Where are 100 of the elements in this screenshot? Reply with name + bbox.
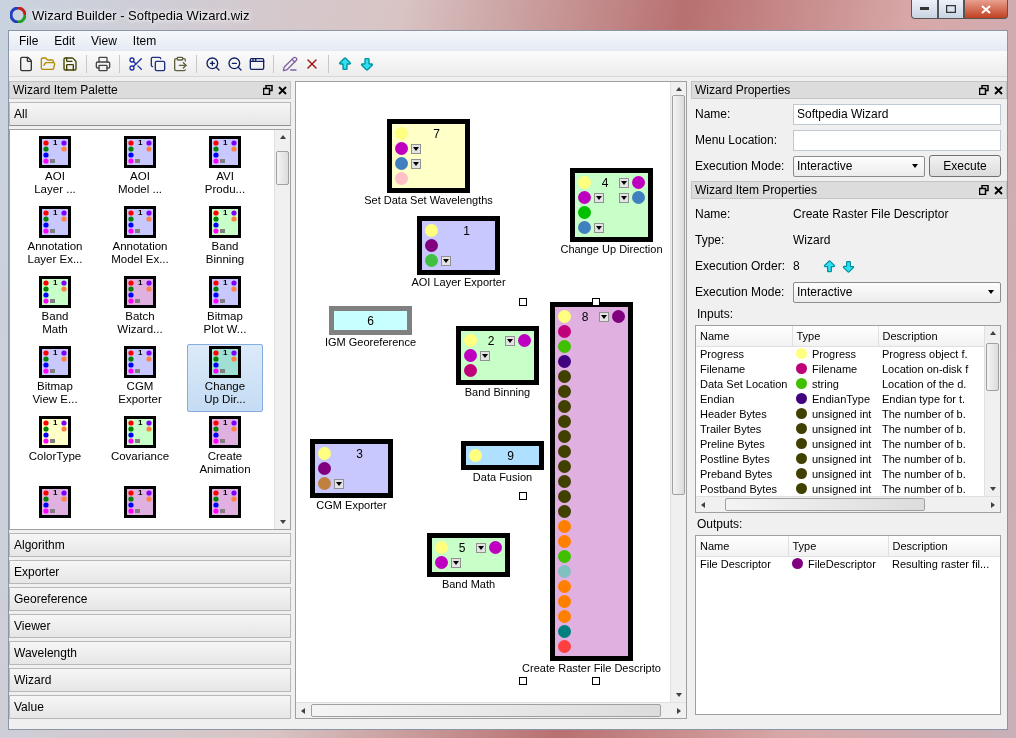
selection-handle[interactable]	[592, 298, 600, 306]
port-dropdown[interactable]	[599, 311, 609, 322]
execution-mode-dropdown[interactable]: Interactive	[793, 155, 925, 177]
palette-item[interactable]: 1 AVI Produ...	[187, 134, 263, 202]
port-dropdown[interactable]	[441, 255, 451, 266]
port-dot[interactable]	[435, 556, 448, 569]
new-file-icon[interactable]	[18, 55, 34, 72]
vertical-scrollbar[interactable]	[670, 82, 686, 702]
wizard-node[interactable]: 6	[329, 306, 412, 335]
port-dot[interactable]	[425, 254, 438, 267]
wizard-node[interactable]: 9	[461, 441, 544, 470]
palette-item[interactable]: 1 AOI Layer ...	[17, 134, 93, 202]
close-icon[interactable]	[278, 85, 287, 95]
port-dot[interactable]	[558, 505, 571, 518]
palette-item[interactable]: 1 Band Math	[17, 274, 93, 342]
port-dot[interactable]	[632, 191, 645, 204]
selection-handle[interactable]	[519, 298, 527, 306]
wizard-node[interactable]: 7	[387, 119, 470, 193]
category-header[interactable]: Wizard	[9, 668, 291, 692]
palette-item[interactable]: 1 Annotation Model Ex...	[102, 204, 178, 272]
port-dot[interactable]	[395, 157, 408, 170]
port-dropdown[interactable]	[619, 192, 629, 203]
port-dot[interactable]	[318, 462, 331, 475]
port-dropdown[interactable]	[505, 335, 515, 346]
menu-item[interactable]: View	[83, 31, 125, 51]
port-dot[interactable]	[578, 191, 591, 204]
palette-item[interactable]: 1 Batch Wizard...	[102, 274, 178, 342]
category-header[interactable]: Algorithm	[9, 533, 291, 557]
port-dropdown[interactable]	[619, 177, 629, 188]
port-dot[interactable]	[558, 460, 571, 473]
palette-item[interactable]: 1 Band Binning	[187, 204, 263, 272]
vertical-scrollbar[interactable]	[984, 326, 1000, 496]
port-dot[interactable]	[318, 447, 331, 460]
selection-handle[interactable]	[592, 677, 600, 685]
column-header[interactable]: Name	[696, 326, 792, 346]
close-icon[interactable]	[994, 185, 1003, 195]
port-dot[interactable]	[558, 520, 571, 533]
palette-item[interactable]: 1 Annotation Layer Ex...	[17, 204, 93, 272]
palette-item[interactable]: 1	[187, 484, 263, 529]
port-dot[interactable]	[318, 477, 331, 490]
name-field[interactable]: Softpedia Wizard	[793, 103, 1001, 125]
menu-item[interactable]: Edit	[46, 31, 84, 51]
save-icon[interactable]	[62, 55, 78, 72]
port-dot[interactable]	[558, 580, 571, 593]
port-dot[interactable]	[558, 610, 571, 623]
port-dropdown[interactable]	[476, 542, 486, 553]
port-dot[interactable]	[578, 206, 591, 219]
port-dot[interactable]	[558, 340, 571, 353]
column-header[interactable]: Description	[878, 326, 984, 346]
port-dot[interactable]	[612, 310, 625, 323]
selection-handle[interactable]	[519, 491, 527, 500]
palette-item[interactable]: 1 Bitmap View E...	[17, 344, 93, 412]
wizard-node[interactable]: 1	[417, 216, 500, 275]
execution-mode-dropdown[interactable]: Interactive	[793, 281, 1001, 303]
palette-item[interactable]: 1 CGM Exporter	[102, 344, 178, 412]
wizard-node[interactable]: 5	[427, 533, 510, 577]
down-arrow-icon[interactable]	[359, 55, 375, 72]
port-dot[interactable]	[469, 449, 482, 462]
port-dot[interactable]	[395, 172, 408, 185]
port-dot[interactable]	[558, 565, 571, 578]
horizontal-scrollbar[interactable]	[696, 496, 1000, 512]
port-dot[interactable]	[395, 127, 408, 140]
port-dot[interactable]	[464, 364, 477, 377]
category-header[interactable]: Value	[9, 695, 291, 719]
category-header[interactable]: Viewer	[9, 614, 291, 638]
port-dot[interactable]	[518, 334, 531, 347]
port-dot[interactable]	[558, 640, 571, 653]
category-header[interactable]: Wavelength	[9, 641, 291, 665]
selection-handle[interactable]	[519, 677, 527, 685]
port-dropdown[interactable]	[480, 350, 490, 361]
port-dropdown[interactable]	[334, 478, 344, 489]
up-arrow-icon[interactable]	[337, 55, 353, 72]
port-dropdown[interactable]	[411, 143, 421, 154]
column-header[interactable]: Type	[788, 536, 888, 556]
port-dot[interactable]	[558, 550, 571, 563]
category-header[interactable]: Exporter	[9, 560, 291, 584]
port-dot[interactable]	[632, 176, 645, 189]
wizard-node[interactable]: 8	[550, 302, 633, 661]
wizard-node[interactable]: 4	[570, 168, 653, 242]
down-arrow-icon[interactable]	[840, 258, 856, 274]
wizard-node[interactable]: 3	[310, 439, 393, 498]
paste-icon[interactable]	[172, 55, 188, 72]
restore-icon[interactable]	[979, 185, 989, 195]
category-header[interactable]: All	[9, 102, 291, 126]
port-dot[interactable]	[558, 625, 571, 638]
close-button[interactable]	[964, 0, 1008, 19]
minimize-button[interactable]	[911, 0, 938, 19]
port-dropdown[interactable]	[594, 222, 604, 233]
diagram-canvas[interactable]: 7 Set Data Set Wavelengths 4 Change Up Direction 1 AOI Layer Exporter 6 IGM Georeference 2 Band Binning 8 Create Raster File Descripto 3 CGM Exporter 9 Data Fusion 5 Band Math	[295, 81, 687, 719]
zoom-in-icon[interactable]	[205, 55, 221, 72]
port-dropdown[interactable]	[594, 192, 604, 203]
palette-item[interactable]: 1 AOI Model ...	[102, 134, 178, 202]
port-dropdown[interactable]	[451, 557, 461, 568]
open-folder-icon[interactable]	[40, 55, 56, 72]
port-dot[interactable]	[558, 415, 571, 428]
restore-icon[interactable]	[263, 85, 273, 95]
port-dropdown[interactable]	[411, 158, 421, 169]
port-dot[interactable]	[558, 430, 571, 443]
port-dot[interactable]	[558, 310, 571, 323]
wizard-node[interactable]: 2	[456, 326, 539, 385]
